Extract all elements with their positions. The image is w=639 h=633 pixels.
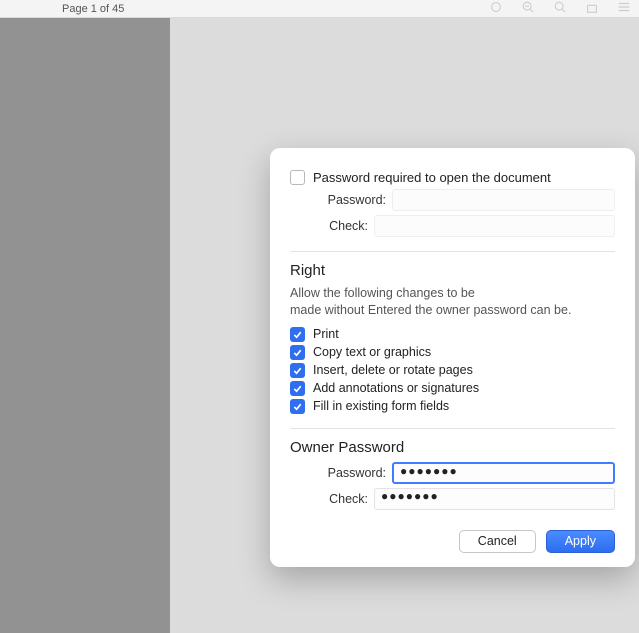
owner-password-check-label: Check: [290, 492, 368, 506]
menu-icon[interactable] [617, 0, 631, 17]
perm-insert[interactable]: Insert, delete or rotate pages [290, 363, 615, 378]
checkbox-checked-icon[interactable] [290, 381, 305, 396]
share-icon[interactable] [585, 0, 599, 17]
checkbox-checked-icon[interactable] [290, 327, 305, 342]
cancel-button[interactable]: Cancel [459, 530, 536, 553]
owner-password-title: Owner Password [290, 439, 615, 456]
perm-annotate[interactable]: Add annotations or signatures [290, 381, 615, 396]
top-toolbar: Page 1 of 45 [0, 0, 639, 18]
owner-password-check-input[interactable]: ●●●●●●● [374, 488, 615, 510]
page-indicator: Page 1 of 45 [62, 3, 124, 15]
zoom-out-icon[interactable] [521, 0, 535, 17]
open-password-label: Password: [308, 193, 386, 207]
toolbar-right-icons [489, 0, 631, 17]
perm-label: Add annotations or signatures [313, 381, 479, 395]
checkbox-checked-icon[interactable] [290, 345, 305, 360]
perm-label: Copy text or graphics [313, 345, 431, 359]
perm-formfill[interactable]: Fill in existing form fields [290, 399, 615, 414]
apply-button[interactable]: Apply [546, 530, 615, 553]
rights-description: Allow the following changes to be made w… [290, 285, 615, 319]
perm-label: Print [313, 327, 339, 341]
perm-copy[interactable]: Copy text or graphics [290, 345, 615, 360]
checkbox-checked-icon[interactable] [290, 399, 305, 414]
view-icon[interactable] [489, 0, 503, 17]
open-password-check-input[interactable] [374, 215, 615, 237]
open-password-checkbox-row[interactable]: Password required to open the document [290, 170, 615, 185]
thumbnail-sidebar[interactable] [0, 18, 170, 633]
perm-label: Insert, delete or rotate pages [313, 363, 473, 377]
owner-password-label: Password: [308, 466, 386, 480]
rights-section-title: Right [290, 262, 615, 279]
zoom-in-icon[interactable] [553, 0, 567, 17]
owner-password-input[interactable]: ●●●●●●● [392, 462, 615, 484]
security-dialog: Password required to open the document P… [270, 148, 635, 567]
open-password-input[interactable] [392, 189, 615, 211]
perm-print[interactable]: Print [290, 327, 615, 342]
separator [290, 428, 615, 429]
perm-label: Fill in existing form fields [313, 399, 449, 413]
open-password-checkbox-label: Password required to open the document [313, 170, 551, 185]
open-password-checkbox[interactable] [290, 170, 305, 185]
separator [290, 251, 615, 252]
open-password-check-label: Check: [290, 219, 368, 233]
checkbox-checked-icon[interactable] [290, 363, 305, 378]
